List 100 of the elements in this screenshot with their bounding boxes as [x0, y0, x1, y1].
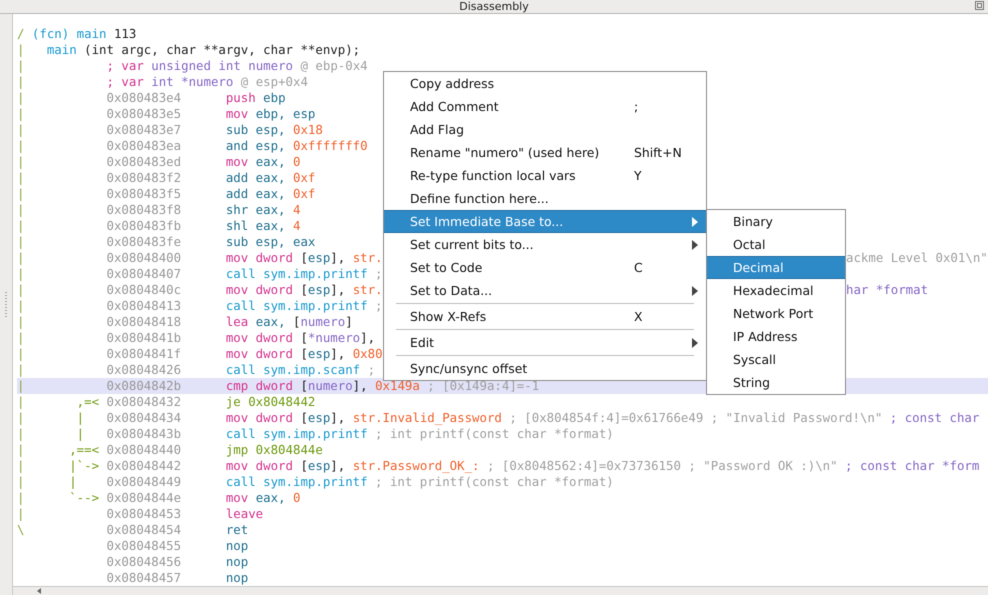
instruction-text: main (int argc, char **argv, char **envp); [46, 42, 360, 58]
flow-line: / [17, 26, 24, 42]
instruction-text: call sym.imp.printf ; int printf(const char *format) [226, 474, 614, 490]
address-text: 0x08048456 [106, 554, 182, 570]
flow-line: | [17, 506, 24, 522]
address-text: 0x080483f5 [106, 186, 182, 202]
instruction-text: call sym.imp.scanf ; [226, 362, 376, 378]
flow-line: | [17, 106, 24, 122]
address-text: 0x080483e4 [106, 90, 182, 106]
address-text: 0x0804842b [106, 378, 182, 394]
flow-line: | [17, 426, 24, 442]
instruction-text: lea eax, [numero] [226, 314, 353, 330]
menu-item[interactable]: Network Port [707, 302, 845, 325]
menu-item[interactable]: Define function here... [384, 187, 706, 210]
jump-arrow: ,==< [68, 442, 100, 458]
instruction-text: ackme Level 0x01\n" [846, 250, 988, 266]
flow-line: | [17, 138, 24, 154]
menu-item[interactable]: Add Flag [384, 118, 706, 141]
instruction-text: leave [226, 506, 264, 522]
instruction-text: mov dword [esp], str. [226, 250, 383, 266]
instruction-text: nop [226, 570, 248, 586]
menu-item[interactable]: Hexadecimal [707, 279, 845, 302]
flow-line: | [17, 218, 24, 234]
menu-item[interactable]: Decimal [707, 256, 845, 279]
menu-item[interactable]: Add Comment ; [384, 95, 706, 118]
instruction-text: call sym.imp.printf ; [226, 298, 383, 314]
flow-line: | [17, 250, 24, 266]
address-text: 0x0804841f [106, 346, 182, 362]
instruction-text: ; var unsigned int numero @ ebp-0x4 [106, 58, 368, 74]
address-text: 0x080483f8 [106, 202, 182, 218]
instruction-text: mov ebp, esp [226, 106, 316, 122]
flow-line: | [17, 442, 24, 458]
jump-arrow: `--> [68, 490, 100, 506]
instruction-text: mov eax, 0 [226, 154, 300, 170]
address-text: 0x08048413 [106, 298, 182, 314]
menu-item[interactable]: Set to Data... [384, 279, 706, 302]
address-text: 0x080483fb [106, 218, 182, 234]
menu-item[interactable]: Re-type function local vars Y [384, 164, 706, 187]
menu-item[interactable]: Set Immediate Base to... [384, 210, 706, 233]
flow-line: | [17, 58, 24, 74]
instruction-text: shr eax, 4 [226, 202, 300, 218]
address-text: 0x08048440 [106, 442, 182, 458]
menu-item[interactable]: String [707, 371, 845, 394]
address-text: 0x0804841b [106, 330, 182, 346]
menu-item[interactable]: Syscall [707, 348, 845, 371]
instruction-text: shl eax, 4 [226, 218, 300, 234]
submenu-arrow-icon [692, 286, 698, 296]
menu-item[interactable]: Set to Code C [384, 256, 706, 279]
address-text: 0x080483e5 [106, 106, 182, 122]
flow-line: | [17, 346, 24, 362]
address-text: 0x08048432 [106, 394, 182, 410]
menu-item[interactable]: Rename "numero" (used here) Shift+N [384, 141, 706, 164]
jump-arrow: | [68, 474, 78, 490]
address-text: 0x08048454 [106, 522, 182, 538]
scroll-left-icon[interactable] [37, 588, 41, 594]
splitter-handle-icon[interactable] [5, 292, 7, 318]
address-text: 0x08048457 [106, 570, 182, 586]
instruction-text: mov dword [esp], str.Password_OK_: ; [0x8048562:4]=0x73736150 ; "Password OK :)\n" ; const char *form [226, 458, 980, 474]
flow-line: | [17, 362, 24, 378]
window-title: Disassembly [459, 0, 529, 13]
menu-item[interactable]: Copy address [384, 72, 706, 95]
menu-item[interactable]: Octal [707, 233, 845, 256]
instruction-text: har *format [846, 282, 928, 298]
instruction-text: jmp 0x804844e [226, 442, 323, 458]
address-text: 0x080483fe [106, 234, 182, 250]
instruction-text: mov dword [esp], str. [226, 282, 383, 298]
instruction-text: add eax, 0xf [226, 186, 316, 202]
flow-line: | [17, 314, 24, 330]
menu-item[interactable]: Set current bits to... [384, 233, 706, 256]
address-text: 0x08048453 [106, 506, 182, 522]
flow-line: | [17, 154, 24, 170]
address-text: 0x08048426 [106, 362, 182, 378]
instruction-text: mov dword [esp], 0x80 [226, 346, 383, 362]
flow-line: | [17, 298, 24, 314]
instruction-text: ; var int *numero @ esp+0x4 [106, 74, 308, 90]
menu-item[interactable]: Binary [707, 210, 845, 233]
flow-line: | [17, 282, 24, 298]
flow-line: | [17, 330, 24, 346]
instruction-text: je 0x8048442 [226, 394, 316, 410]
flow-line: | [17, 410, 24, 426]
flow-line: | [17, 122, 24, 138]
instruction-text: call sym.imp.printf ; [226, 266, 383, 282]
submenu-arrow-icon [692, 216, 698, 226]
flow-line: | [17, 90, 24, 106]
address-text: 0x080483ea [106, 138, 182, 154]
flow-line: | [17, 42, 24, 58]
flow-line: | [17, 74, 24, 90]
instruction-text: mov eax, 0 [226, 490, 300, 506]
instruction-text: mov dword [*numero], [226, 330, 376, 346]
menu-item[interactable]: IP Address [707, 325, 845, 348]
jump-arrow: ,=< [76, 394, 100, 410]
flow-line: | [17, 202, 24, 218]
flow-line: | [17, 378, 24, 394]
address-text: 0x08048449 [106, 474, 182, 490]
flow-line: | [17, 170, 24, 186]
instruction-text: call sym.imp.printf ; int printf(const char *format) [226, 426, 614, 442]
instruction-text: (fcn) main 113 [32, 26, 136, 42]
float-window-icon[interactable] [975, 1, 984, 10]
address-text: 0x08048407 [106, 266, 182, 282]
instruction-text: mov dword [esp], str.Invalid_Password ; [0x804854f:4]=0x61766e49 ; "Invalid Password!\n" ; const char [226, 410, 980, 426]
